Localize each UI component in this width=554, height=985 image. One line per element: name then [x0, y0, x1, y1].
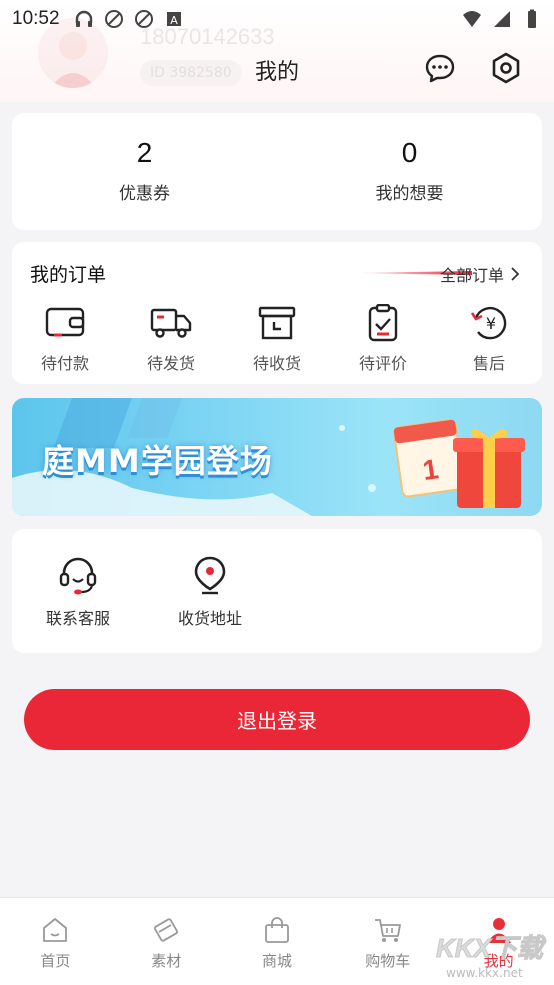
tab-cart[interactable]: 购物车: [332, 898, 443, 985]
coupon-label: 优惠券: [119, 184, 170, 204]
watermark-url: www.kkx.net: [446, 966, 523, 980]
all-orders-link[interactable]: 全部订单: [440, 262, 520, 286]
watermark: KKX下载 www.kkx.net: [436, 928, 552, 984]
orders-card: 我的订单 全部订单 待付款 待发货 待收货 待评价 ¥ 售后: [12, 242, 542, 384]
shipping-address-label: 收货地址: [177, 609, 242, 628]
logout-button[interactable]: 退出登录: [24, 689, 530, 750]
message-icon[interactable]: [424, 52, 456, 84]
svg-text:A: A: [170, 14, 178, 27]
services-card: 联系客服 收货地址: [12, 529, 542, 653]
status-time: 10:52: [12, 8, 60, 29]
order-pending-review[interactable]: 待评价: [330, 304, 436, 374]
tab-home[interactable]: 首页: [0, 898, 111, 985]
tab-label: 素材: [151, 952, 182, 970]
headset-icon: [59, 557, 97, 595]
truck-icon: [150, 308, 192, 338]
wishlist-label: 我的想要: [375, 184, 444, 204]
coupon-stat[interactable]: 2 优惠券: [12, 113, 277, 230]
clipboard-check-icon: [368, 304, 398, 342]
order-label: 售后: [472, 354, 505, 373]
tab-label: 商城: [261, 952, 292, 970]
box-icon: [258, 306, 296, 340]
orders-title: 我的订单: [30, 264, 107, 286]
material-icon: [154, 918, 179, 942]
settings-icon[interactable]: [490, 52, 522, 84]
wishlist-stat[interactable]: 0 我的想要: [277, 113, 542, 230]
shopping-bag-icon: [265, 917, 289, 943]
signal-icon: [494, 11, 510, 27]
all-orders-label: 全部订单: [439, 266, 504, 285]
status-bar: 10:52 A: [0, 0, 554, 38]
wallet-icon: [45, 307, 85, 337]
order-pending-receipt[interactable]: 待收货: [224, 304, 330, 374]
order-pending-shipment[interactable]: 待发货: [118, 304, 224, 374]
tab-material[interactable]: 素材: [111, 898, 222, 985]
tab-label: 首页: [40, 952, 71, 970]
tab-mall[interactable]: 商城: [222, 898, 333, 985]
refund-yen-icon: ¥: [470, 306, 507, 340]
order-label: 待发货: [146, 354, 195, 373]
chevron-right-icon: [511, 267, 520, 281]
watermark-text: KKX下载: [436, 933, 544, 964]
wishlist-count: 0: [401, 137, 418, 168]
location-pin-icon: [194, 556, 226, 595]
order-label: 待付款: [40, 354, 89, 373]
wifi-icon: [463, 11, 481, 27]
tab-label: 购物车: [365, 952, 411, 970]
customer-service-label: 联系客服: [45, 609, 110, 628]
home-icon: [43, 918, 68, 942]
cart-icon: [374, 919, 401, 942]
no-ad-icon: [104, 10, 123, 28]
headphone-icon: [75, 10, 92, 27]
banner-title: 庭MM学园登场: [42, 442, 273, 480]
customer-service-button[interactable]: 联系客服: [28, 555, 128, 629]
shipping-address-button[interactable]: 收货地址: [160, 555, 260, 629]
stats-card: 2 优惠券 0 我的想要: [12, 113, 542, 230]
order-after-sales[interactable]: ¥ 售后: [436, 304, 542, 374]
order-label: 待收货: [252, 354, 301, 373]
page-title: 我的: [254, 60, 299, 85]
coupon-count: 2: [136, 137, 153, 168]
order-pending-payment[interactable]: 待付款: [12, 304, 118, 374]
no-ad-icon-2: [134, 10, 153, 28]
svg-text:¥: ¥: [486, 314, 496, 333]
font-a-icon: A: [166, 12, 181, 27]
order-label: 待评价: [358, 354, 407, 373]
battery-icon: [528, 9, 536, 28]
promo-banner[interactable]: 1 庭MM学园登场: [12, 398, 542, 516]
